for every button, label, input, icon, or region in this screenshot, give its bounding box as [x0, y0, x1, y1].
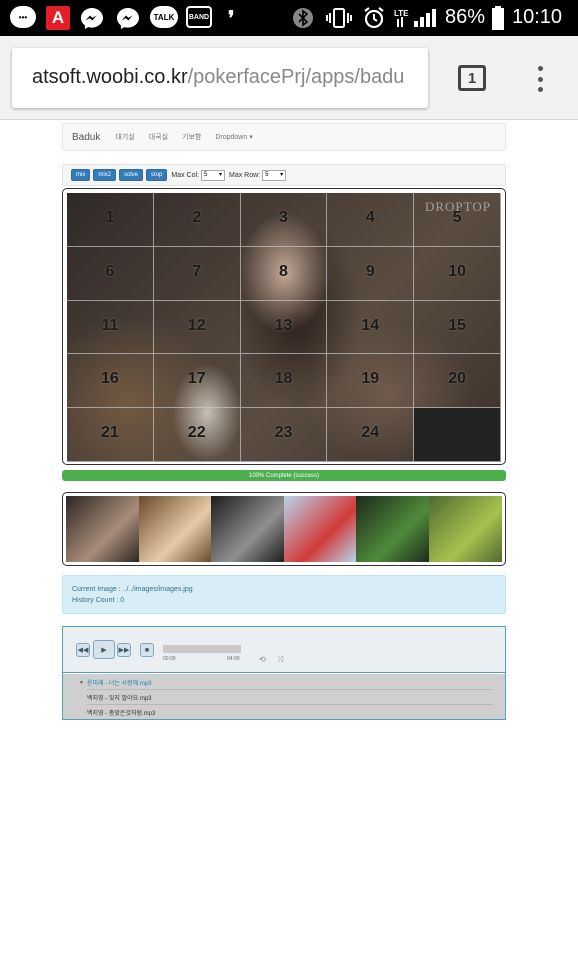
browser-toolbar: atsoft.woobi.co.kr/pokerfacePrj/apps/bad…	[0, 36, 578, 120]
battery-icon	[492, 6, 504, 30]
messenger-icon	[116, 6, 140, 30]
navbar-brand[interactable]: Baduk	[72, 132, 100, 143]
puzzle-tile[interactable]: 19	[327, 354, 415, 409]
puzzle-tile[interactable]: 16	[67, 354, 154, 409]
progress-fill: 100% Complete (success)	[62, 470, 506, 481]
thumbnail-image[interactable]	[283, 496, 357, 562]
thumbnail-list	[66, 496, 502, 562]
solve-button[interactable]: solve	[119, 169, 144, 181]
thumbnail-image[interactable]	[138, 496, 212, 562]
puzzle-tile[interactable]: 23	[240, 408, 328, 462]
nav-link-game-room[interactable]: 대국실	[149, 132, 168, 142]
play-icon[interactable]: ▶	[93, 640, 115, 659]
mix2-button[interactable]: mix2	[93, 169, 117, 181]
puzzle-tile[interactable]: 2	[153, 193, 241, 247]
puzzle-tile[interactable]: 8	[240, 246, 328, 301]
thumbnail-image[interactable]	[211, 496, 284, 562]
vibrate-icon	[326, 6, 352, 30]
divider	[87, 704, 493, 705]
playlist: ▼ 윤미래 - 너는 사랑해.mp3 백지영 - 잊지 말아요.mp3 백지영 …	[63, 674, 505, 719]
notification-icon: ❜	[228, 7, 235, 30]
signal-icon: LTE	[394, 6, 438, 30]
puzzle-tile[interactable]: 22	[153, 408, 241, 462]
puzzle-board: DROPTOP 1 2 3 4 5 6 7 8 9 10 11 12 13 14 15 16 17 18 19 20 2…	[67, 193, 501, 462]
playing-indicator-icon: ▼	[79, 680, 84, 686]
divider	[87, 689, 493, 690]
time-current: 00:00	[163, 656, 176, 662]
alarm-icon	[362, 6, 386, 30]
puzzle-tile[interactable]: 5	[414, 193, 501, 247]
bluetooth-icon	[292, 6, 314, 30]
chat-icon: •••	[10, 6, 36, 28]
page-navbar: Baduk 대기실 대국실 기보함 Dropdown ▾	[62, 123, 506, 151]
puzzle-frame: DROPTOP 1 2 3 4 5 6 7 8 9 10 11 12 13 14 15 16 17 18 19 20 2…	[62, 188, 506, 465]
stop-icon[interactable]: ■	[140, 643, 154, 657]
puzzle-empty-tile[interactable]	[414, 408, 501, 462]
puzzle-tile[interactable]: 9	[327, 246, 415, 301]
playlist-item[interactable]: 백지영 - 총맞은것처럼.mp3	[87, 708, 155, 717]
puzzle-toolbar: mix mix2 solve stop Max Col: 5 Max Row: …	[62, 164, 506, 186]
next-icon[interactable]: ▶▶	[117, 643, 131, 657]
history-count-text: History Count : 0	[72, 597, 125, 604]
repeat-icon[interactable]: ⟲	[259, 655, 266, 664]
nav-link-waiting-room[interactable]: 대기실	[115, 132, 134, 142]
url-host: atsoft.woobi.co.kr	[32, 66, 188, 88]
nav-link-records[interactable]: 기보함	[182, 132, 201, 142]
thumbnail-strip	[62, 492, 506, 566]
battery-percent: 86%	[445, 6, 486, 28]
puzzle-tile[interactable]: 3	[240, 193, 328, 247]
playlist-item[interactable]: 윤미래 - 너는 사랑해.mp3	[87, 678, 152, 687]
puzzle-tile[interactable]: 1	[67, 193, 154, 247]
clock: 10:10	[512, 6, 563, 28]
audio-player: ◀◀ ▶ ▶▶ ■ 00:00 04:00 ⟲ ⤨ ▼ 윤미래 - 너는 사랑해…	[62, 626, 506, 720]
puzzle-tile[interactable]: 12	[153, 300, 241, 355]
puzzle-tile[interactable]: 21	[67, 408, 154, 462]
puzzle-tile[interactable]: 7	[153, 246, 241, 301]
mix-button[interactable]: mix	[71, 169, 91, 181]
max-col-select[interactable]: 5	[201, 169, 225, 181]
stop-button[interactable]: stop	[146, 169, 168, 181]
max-row-label: Max Row:	[229, 171, 261, 179]
progress-bar: 100% Complete (success)	[62, 470, 506, 481]
overflow-menu-icon[interactable]	[534, 66, 546, 92]
acrobat-icon: A	[46, 6, 70, 30]
progress-label: 100% Complete (success)	[248, 472, 320, 479]
puzzle-tile[interactable]: 15	[414, 300, 501, 355]
band-icon: BAND	[186, 6, 212, 28]
puzzle-tile[interactable]: 24	[327, 408, 415, 462]
seek-bar[interactable]	[163, 645, 241, 653]
nav-dropdown[interactable]: Dropdown ▾	[215, 133, 252, 141]
time-total: 04:00	[227, 656, 240, 662]
playlist-item[interactable]: 백지영 - 잊지 말아요.mp3	[87, 693, 152, 702]
svg-text:LTE: LTE	[394, 9, 409, 18]
puzzle-tile[interactable]: 6	[67, 246, 154, 301]
thumbnail-image[interactable]	[356, 496, 429, 562]
url-bar[interactable]: atsoft.woobi.co.kr/pokerfacePrj/apps/bad…	[12, 48, 428, 108]
puzzle-tile[interactable]: 18	[240, 354, 328, 409]
puzzle-tile[interactable]: 20	[414, 354, 501, 409]
info-panel: Current Image : ../../images/images.jpg …	[62, 575, 506, 614]
puzzle-tile[interactable]: 13	[240, 300, 328, 355]
messenger-icon	[80, 6, 104, 30]
puzzle-tile[interactable]: 14	[327, 300, 415, 355]
player-controls: ◀◀ ▶ ▶▶ ■ 00:00 04:00 ⟲ ⤨	[63, 627, 505, 673]
puzzle-tile[interactable]: 17	[153, 354, 241, 409]
max-col-label: Max Col:	[171, 171, 199, 179]
previous-icon[interactable]: ◀◀	[76, 643, 90, 657]
kakaotalk-icon: TALK	[150, 6, 178, 28]
thumbnail-image[interactable]	[66, 496, 139, 562]
max-row-select[interactable]: 5	[262, 169, 287, 181]
thumbnail-image[interactable]	[428, 496, 502, 562]
tab-switcher-button[interactable]: 1	[458, 65, 486, 91]
puzzle-tile[interactable]: 10	[414, 246, 501, 301]
shuffle-icon[interactable]: ⤨	[277, 655, 283, 665]
url-path: /pokerfacePrj/apps/badu	[187, 66, 405, 88]
puzzle-tile[interactable]: 4	[327, 193, 415, 247]
puzzle-tile[interactable]: 11	[67, 300, 154, 355]
current-image-text: Current Image : ../../images/images.jpg	[72, 586, 193, 593]
status-bar: ••• A TALK BAND ❜ LTE 86% 10:10	[0, 0, 578, 36]
